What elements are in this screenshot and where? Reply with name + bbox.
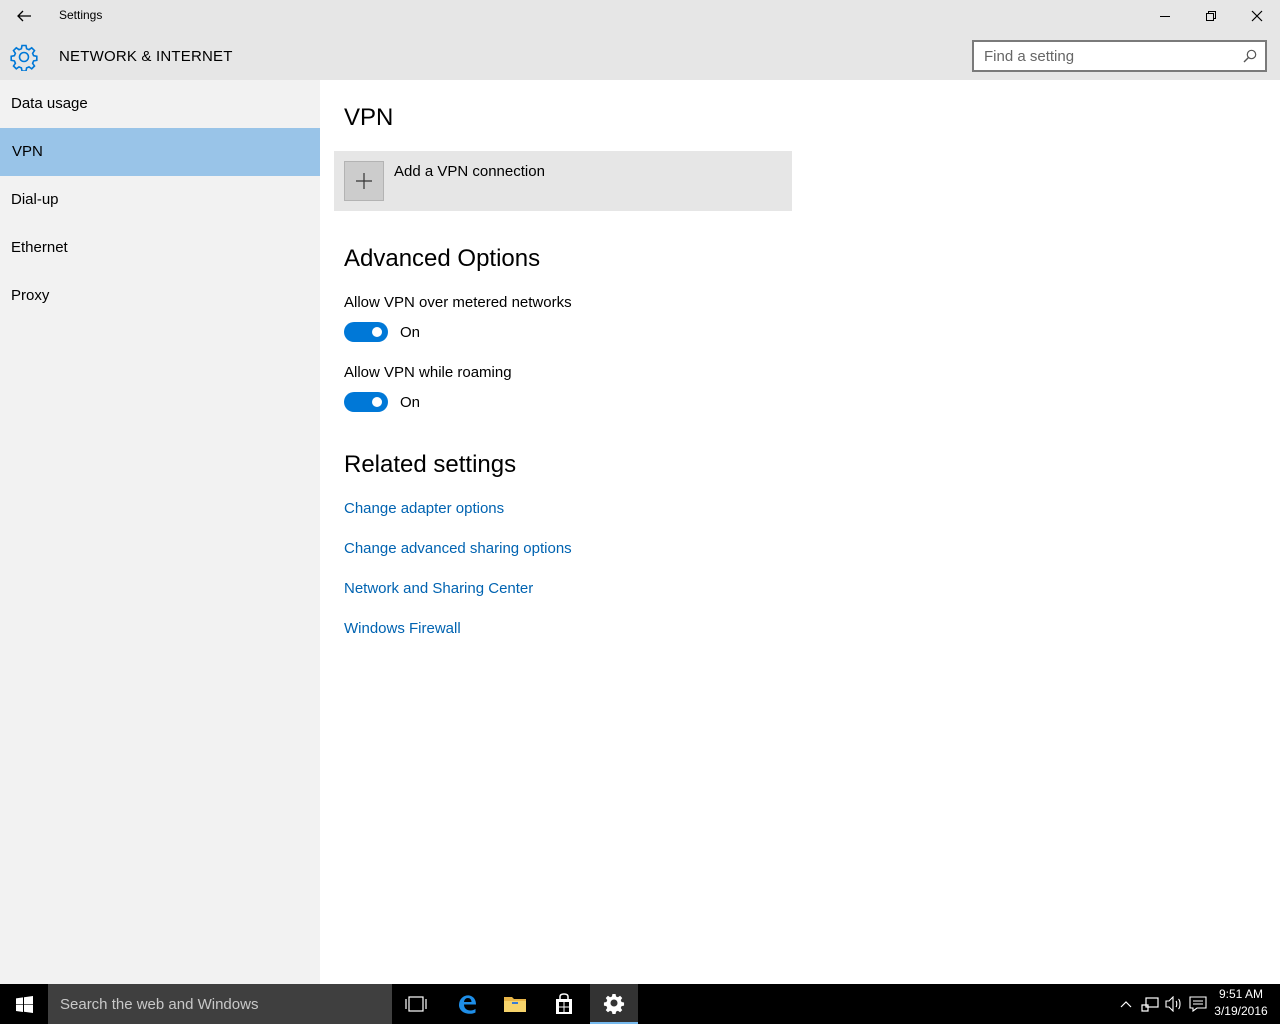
clock-date: 3/19/2016 (1214, 1004, 1268, 1018)
settings-icon (603, 993, 625, 1014)
restore-icon (1206, 11, 1216, 21)
network-tray-button[interactable] (1140, 994, 1160, 1014)
clock-time: 9:51 AM (1218, 987, 1264, 1001)
taskbar-search[interactable] (48, 984, 392, 1024)
related-settings-heading: Related settings (344, 451, 517, 478)
back-arrow-icon (17, 10, 31, 22)
volume-icon (1165, 996, 1181, 1012)
volume-tray-button[interactable] (1164, 994, 1184, 1014)
advanced-options-heading: Advanced Options (344, 245, 541, 272)
settings-taskbar-button[interactable] (590, 984, 638, 1024)
network-icon (1141, 997, 1159, 1012)
chevron-up-icon (1120, 1001, 1132, 1008)
roaming-state: On (400, 394, 421, 411)
toggle-knob (372, 397, 382, 407)
file-explorer-icon (504, 997, 526, 1012)
sidebar-item-vpn[interactable]: VPN (0, 128, 320, 176)
sidebar-item-data-usage[interactable]: Data usage (0, 80, 320, 128)
sidebar-item-ethernet[interactable]: Ethernet (0, 224, 320, 272)
toggle-knob (372, 327, 382, 337)
window-title: Settings (59, 8, 103, 22)
close-icon (1251, 10, 1263, 22)
action-center-button[interactable] (1188, 994, 1208, 1014)
add-vpn-label: Add a VPN connection (394, 163, 545, 180)
network-sharing-center-link[interactable]: Network and Sharing Center (344, 580, 533, 597)
settings-header: NETWORK & INTERNET (0, 32, 1280, 80)
roaming-toggle[interactable] (344, 392, 388, 412)
change-advanced-sharing-link[interactable]: Change advanced sharing options (344, 540, 572, 557)
edge-button[interactable] (443, 984, 491, 1024)
settings-search[interactable] (972, 40, 1267, 72)
minimize-button[interactable] (1142, 0, 1188, 32)
close-button[interactable] (1234, 0, 1280, 32)
sidebar-item-dial-up[interactable]: Dial-up (0, 176, 320, 224)
task-view-button[interactable] (392, 984, 440, 1024)
windows-firewall-link[interactable]: Windows Firewall (344, 620, 461, 637)
edge-icon (459, 995, 476, 1014)
store-icon (556, 993, 572, 1014)
start-button[interactable] (0, 984, 48, 1024)
action-center-icon (1189, 996, 1207, 1012)
windows-logo-icon (15, 995, 33, 1013)
roaming-label: Allow VPN while roaming (344, 364, 512, 381)
main-content: VPN Add a VPN connection Advanced Option… (320, 80, 1280, 984)
show-hidden-icons-button[interactable] (1116, 994, 1136, 1014)
task-view-icon (405, 996, 427, 1012)
page-title: NETWORK & INTERNET (59, 48, 233, 65)
vpn-heading: VPN (344, 104, 394, 131)
plus-icon (356, 173, 372, 189)
add-vpn-plus-tile (344, 161, 384, 201)
restore-button[interactable] (1188, 0, 1234, 32)
file-explorer-button[interactable] (491, 984, 539, 1024)
add-vpn-button[interactable]: Add a VPN connection (334, 151, 792, 211)
sidebar-item-proxy[interactable]: Proxy (0, 272, 320, 320)
sidebar: Data usage VPN Dial-up Ethernet Proxy (0, 80, 320, 984)
taskbar-search-input[interactable] (48, 984, 392, 1024)
title-bar: Settings (0, 0, 1280, 32)
back-button[interactable] (0, 0, 48, 32)
minimize-icon (1160, 16, 1170, 17)
search-input[interactable] (974, 42, 1234, 70)
search-icon (1243, 49, 1257, 63)
taskbar-clock[interactable]: 9:51 AM 3/19/2016 (1208, 986, 1274, 1020)
metered-networks-state: On (400, 324, 421, 341)
metered-networks-toggle[interactable] (344, 322, 388, 342)
change-adapter-options-link[interactable]: Change adapter options (344, 500, 504, 517)
gear-icon (10, 44, 38, 71)
taskbar: 9:51 AM 3/19/2016 (0, 984, 1280, 1024)
metered-networks-label: Allow VPN over metered networks (344, 294, 572, 311)
store-button[interactable] (540, 984, 588, 1024)
